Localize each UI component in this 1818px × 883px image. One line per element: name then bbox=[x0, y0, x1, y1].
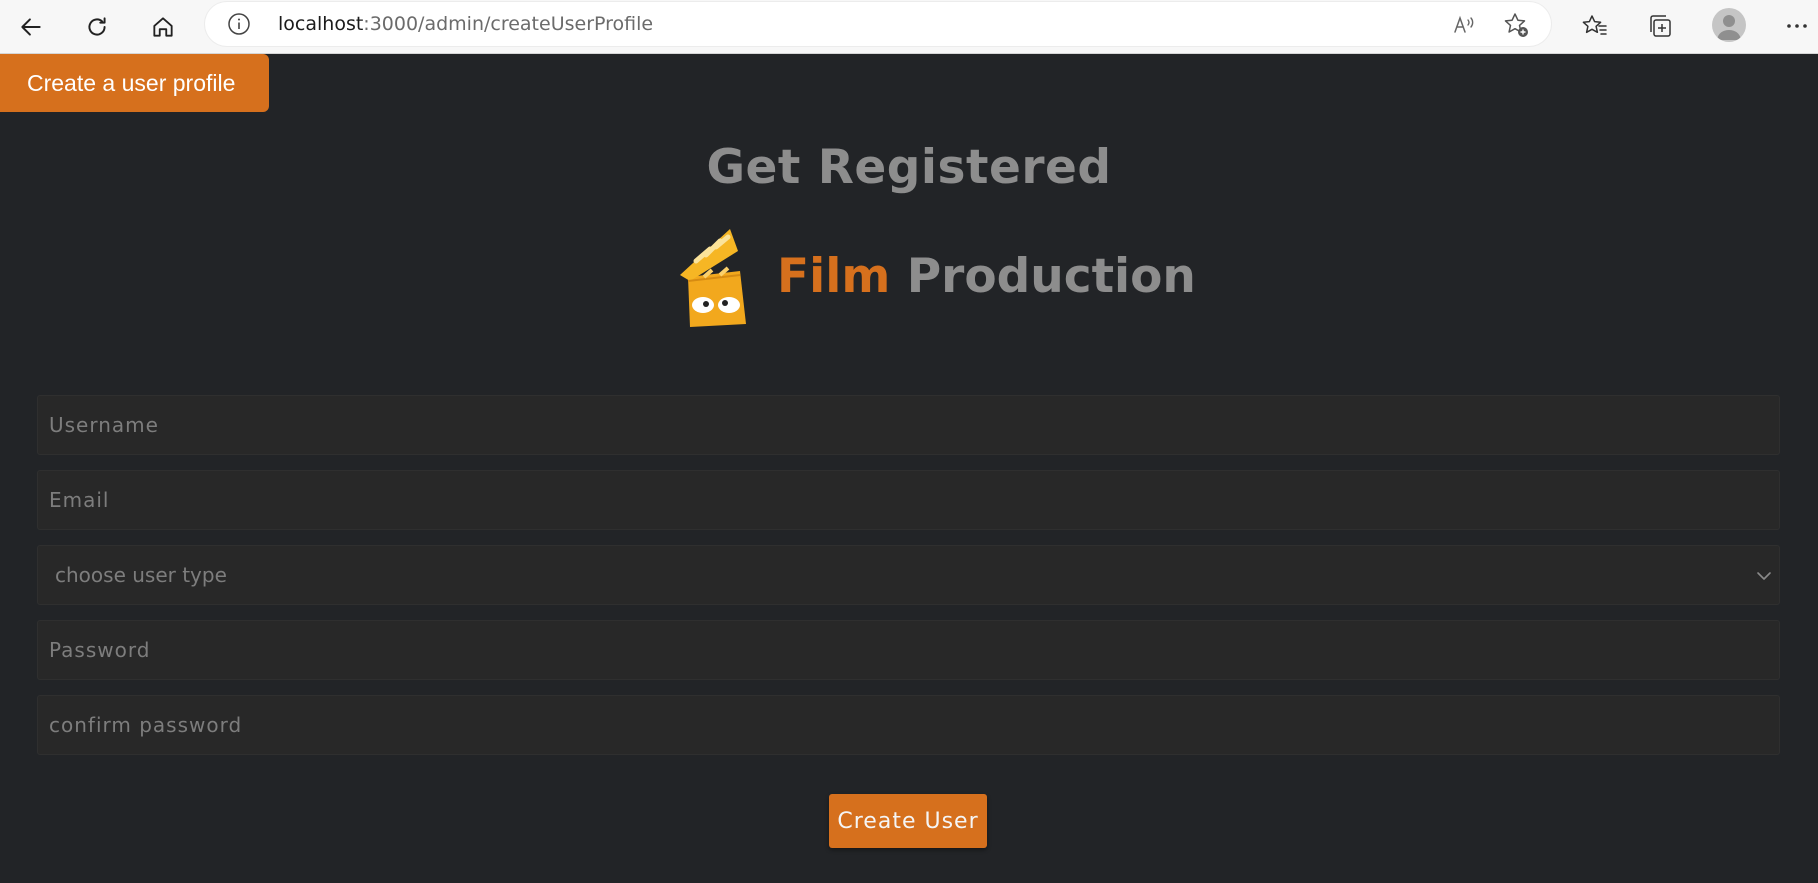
email-input[interactable] bbox=[37, 470, 1780, 530]
user-avatar-icon bbox=[1717, 15, 1741, 40]
home-icon bbox=[153, 17, 173, 37]
profile-avatar[interactable] bbox=[1712, 8, 1746, 42]
address-url[interactable]: localhost:3000/admin/createUserProfile bbox=[278, 13, 653, 35]
user-type-selected-value: choose user type bbox=[55, 563, 227, 587]
back-arrow-icon bbox=[21, 18, 41, 36]
add-favorite-icon[interactable] bbox=[1502, 11, 1530, 39]
back-button[interactable] bbox=[11, 7, 51, 47]
home-button[interactable] bbox=[143, 7, 183, 47]
site-info-icon[interactable] bbox=[227, 12, 251, 36]
brand-logo-block: Film Production bbox=[676, 225, 1196, 330]
collections-button[interactable] bbox=[1643, 9, 1677, 43]
url-path: :3000/admin/createUserProfile bbox=[363, 13, 654, 35]
create-profile-tab[interactable]: Create a user profile bbox=[0, 54, 269, 112]
username-input[interactable] bbox=[37, 395, 1780, 455]
read-aloud-icon[interactable] bbox=[1450, 11, 1478, 39]
more-dots-icon bbox=[1787, 24, 1807, 28]
user-type-select[interactable]: choose user type bbox=[37, 545, 1780, 605]
more-menu-button[interactable] bbox=[1780, 9, 1814, 43]
page-title: Get Registered bbox=[706, 140, 1112, 195]
url-host: localhost bbox=[278, 13, 364, 35]
brand-word-production: Production bbox=[906, 249, 1196, 304]
confirm-password-input[interactable] bbox=[37, 695, 1780, 755]
password-input[interactable] bbox=[37, 620, 1780, 680]
favorites-icon bbox=[1582, 15, 1607, 35]
clapperboard-logo-icon bbox=[680, 229, 746, 327]
refresh-button[interactable] bbox=[77, 7, 117, 47]
chevron-down-icon bbox=[1757, 572, 1771, 580]
brand-word-film: Film bbox=[777, 249, 891, 304]
collections-icon bbox=[1650, 15, 1671, 37]
address-bar[interactable]: localhost:3000/admin/createUserProfile bbox=[205, 2, 1551, 46]
create-user-button[interactable]: Create User bbox=[829, 794, 987, 848]
brand-name: Film Production bbox=[777, 249, 1196, 304]
browser-toolbar: localhost:3000/admin/createUserProfile bbox=[0, 0, 1818, 54]
favorites-button[interactable] bbox=[1578, 9, 1612, 43]
refresh-icon bbox=[88, 17, 106, 36]
